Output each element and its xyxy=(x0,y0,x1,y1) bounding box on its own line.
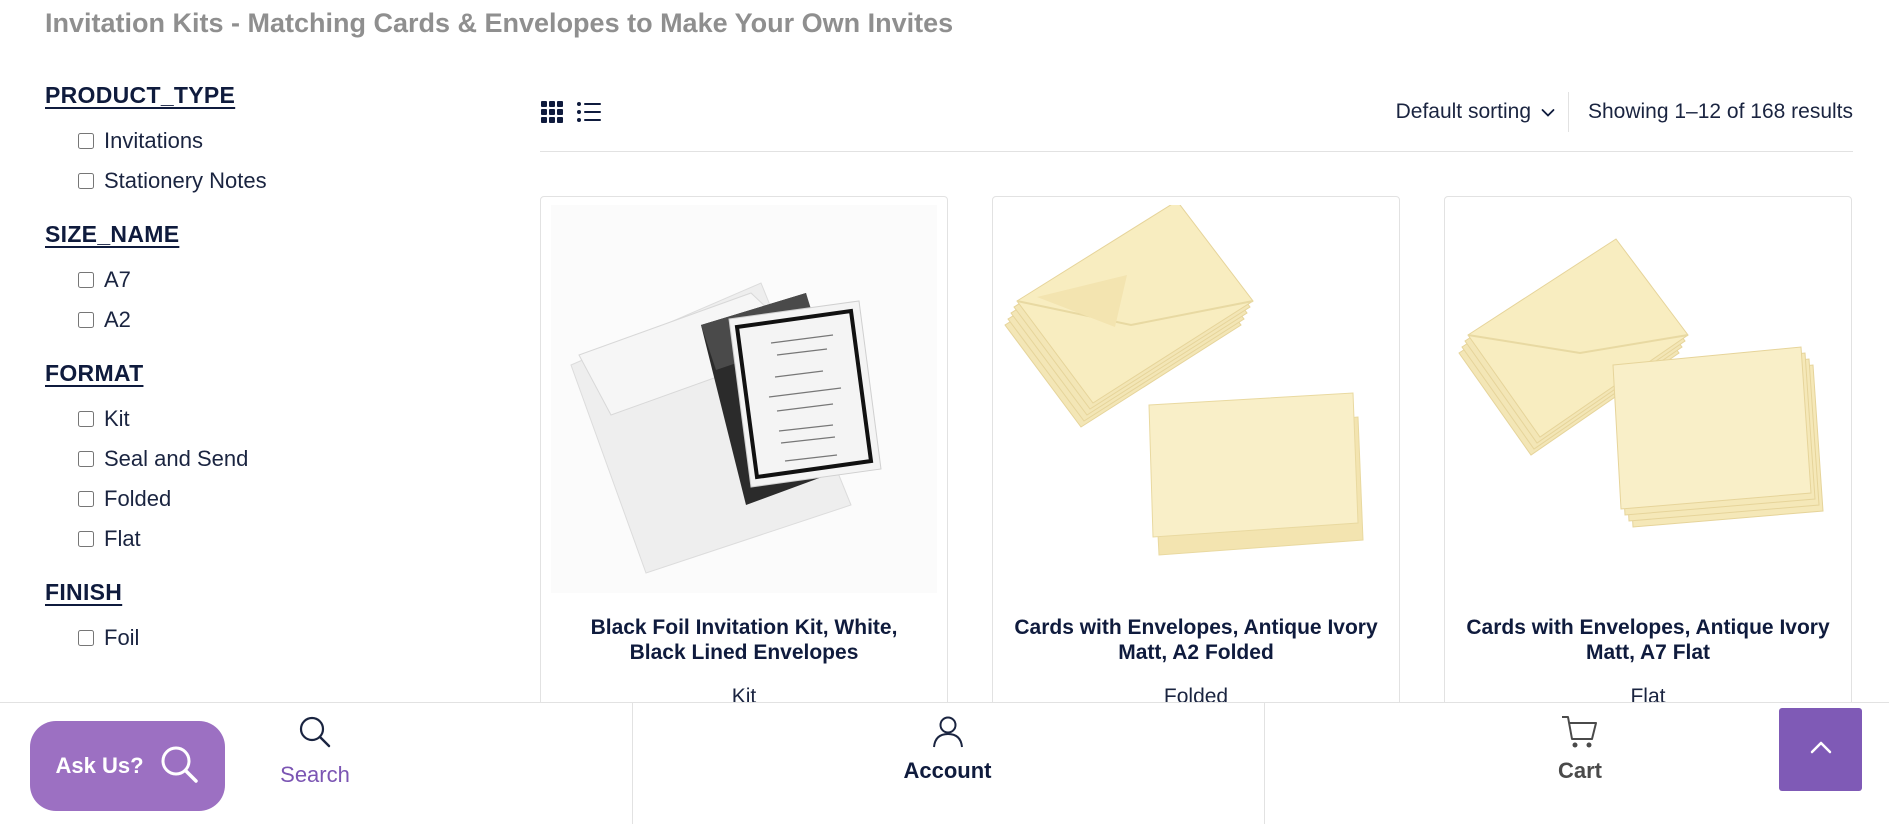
bottom-nav-cart[interactable]: Cart xyxy=(1500,715,1660,784)
filter-heading-product-type[interactable]: PRODUCT_TYPE xyxy=(45,82,235,109)
bottom-nav-account[interactable]: Account xyxy=(860,715,1035,784)
filter-option-a2[interactable]: A2 xyxy=(45,300,465,340)
cart-nav-label: Cart xyxy=(1557,758,1602,783)
filter-option-label: Seal and Send xyxy=(104,446,249,471)
filter-option-stationery-notes[interactable]: Stationery Notes xyxy=(45,161,465,201)
filter-group-size-name: SIZE_NAME A7 A2 xyxy=(45,221,465,340)
filter-heading-finish[interactable]: FINISH xyxy=(45,579,122,606)
filter-option-a7[interactable]: A7 xyxy=(45,260,465,300)
filter-checkbox-invitations[interactable] xyxy=(78,133,94,149)
filter-option-label: A2 xyxy=(104,307,131,332)
filter-group-format: FORMAT Kit Seal and Send Folded Flat xyxy=(45,360,465,559)
page-title: Invitation Kits - Matching Cards & Envel… xyxy=(45,8,954,38)
filter-checkbox-kit[interactable] xyxy=(78,411,94,427)
filter-group-product-type: PRODUCT_TYPE Invitations Stationery Note… xyxy=(45,82,465,201)
product-grid: Black Foil Invitation Kit, White, Black … xyxy=(540,196,1853,716)
product-image-a2-folded[interactable] xyxy=(1003,200,1389,593)
filter-option-label: Invitations xyxy=(104,128,204,153)
filter-option-flat[interactable]: Flat xyxy=(45,519,465,559)
search-icon xyxy=(298,715,332,754)
chevron-up-icon xyxy=(1810,740,1832,759)
filter-checkbox-seal-and-send[interactable] xyxy=(78,451,94,467)
product-image-black-foil-kit[interactable] xyxy=(551,205,937,593)
sort-dropdown-label: Default sorting xyxy=(1395,100,1531,123)
filter-option-label: Stationery Notes xyxy=(104,168,267,193)
filter-option-seal-and-send[interactable]: Seal and Send xyxy=(45,439,465,479)
sort-dropdown[interactable]: Default sorting xyxy=(1396,100,1555,124)
bottom-bar-divider xyxy=(632,703,633,824)
filter-option-label: Folded xyxy=(104,486,172,511)
filter-option-folded[interactable]: Folded xyxy=(45,479,465,519)
result-count: Showing 1–12 of 168 results xyxy=(1587,100,1853,123)
filter-option-label: A7 xyxy=(104,267,131,292)
ask-us-button[interactable]: Ask Us? xyxy=(30,721,225,811)
product-name[interactable]: Cards with Envelopes, Antique Ivory Matt… xyxy=(1465,615,1831,665)
filter-group-finish: FINISH Foil xyxy=(45,579,465,658)
filter-heading-format[interactable]: FORMAT xyxy=(45,360,143,387)
back-to-top-button[interactable] xyxy=(1779,708,1862,791)
filter-checkbox-a7[interactable] xyxy=(78,272,94,288)
shop-toolbar: Default sorting Showing 1–12 of 168 resu… xyxy=(540,92,1853,152)
filter-option-kit[interactable]: Kit xyxy=(45,399,465,439)
account-nav-label: Account xyxy=(903,758,992,783)
chevron-down-icon xyxy=(1541,100,1555,124)
cart-icon xyxy=(1561,715,1599,754)
filter-option-foil[interactable]: Foil xyxy=(45,618,465,658)
bottom-nav-search[interactable]: Search xyxy=(270,715,360,788)
product-name[interactable]: Cards with Envelopes, Antique Ivory Matt… xyxy=(1013,615,1379,665)
product-card[interactable]: Cards with Envelopes, Antique Ivory Matt… xyxy=(992,196,1400,716)
filter-sidebar: PRODUCT_TYPE Invitations Stationery Note… xyxy=(45,82,465,678)
product-card[interactable]: Cards with Envelopes, Antique Ivory Matt… xyxy=(1444,196,1852,716)
filter-heading-size-name[interactable]: SIZE_NAME xyxy=(45,221,179,248)
bottom-nav-bar: Ask Us? Search Account Cart xyxy=(0,702,1889,824)
filter-option-label: Kit xyxy=(104,406,130,431)
product-image-a7-flat[interactable] xyxy=(1455,205,1841,593)
search-icon xyxy=(158,743,200,790)
filter-option-label: Foil xyxy=(104,625,140,650)
grid-icon[interactable] xyxy=(540,100,566,126)
filter-checkbox-flat[interactable] xyxy=(78,531,94,547)
product-card[interactable]: Black Foil Invitation Kit, White, Black … xyxy=(540,196,948,716)
ask-us-label: Ask Us? xyxy=(55,753,144,778)
filter-checkbox-folded[interactable] xyxy=(78,491,94,507)
search-nav-label: Search xyxy=(280,762,350,787)
filter-checkbox-foil[interactable] xyxy=(78,630,94,646)
user-icon xyxy=(932,715,964,754)
filter-checkbox-a2[interactable] xyxy=(78,312,94,328)
product-name[interactable]: Black Foil Invitation Kit, White, Black … xyxy=(561,615,927,665)
filter-option-label: Flat xyxy=(104,526,141,551)
toolbar-divider xyxy=(1568,92,1569,132)
bottom-bar-divider xyxy=(1264,703,1265,824)
list-icon[interactable] xyxy=(576,100,602,126)
filter-option-invitations[interactable]: Invitations xyxy=(45,121,465,161)
filter-checkbox-stationery-notes[interactable] xyxy=(78,173,94,189)
